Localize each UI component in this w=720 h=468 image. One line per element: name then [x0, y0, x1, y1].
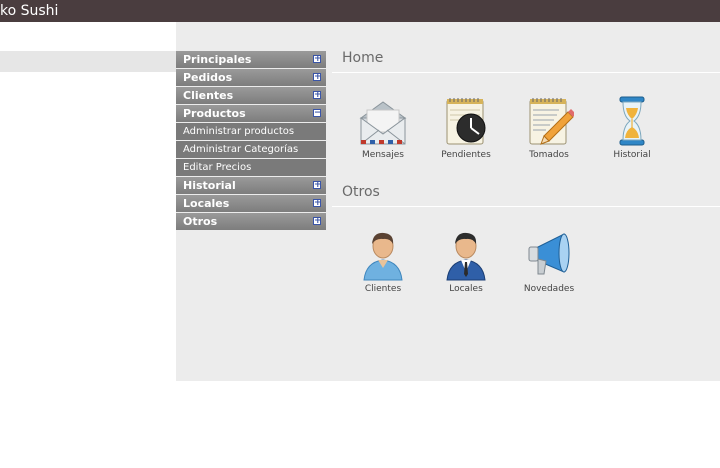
- menu-pedidos-label: Pedidos: [183, 71, 233, 84]
- tile-pendientes[interactable]: Pendientes: [431, 94, 501, 160]
- tile-label: Clientes: [364, 284, 402, 294]
- menu-item-administrar-categorias[interactable]: Administrar Categorías: [176, 141, 326, 158]
- menu-productos-label: Productos: [183, 107, 246, 120]
- menu-clientes[interactable]: Clientes +: [176, 87, 326, 104]
- tile-clientes[interactable]: Clientes: [348, 228, 418, 294]
- menu-otros-label: Otros: [183, 215, 218, 228]
- tile-locales[interactable]: Locales: [431, 228, 501, 294]
- menu-productos[interactable]: Productos −: [176, 105, 326, 122]
- business-person-icon: [441, 228, 491, 282]
- menu-locales[interactable]: Locales +: [176, 195, 326, 212]
- menu-item-administrar-productos[interactable]: Administrar productos: [176, 123, 326, 140]
- tile-label: Pendientes: [441, 150, 491, 160]
- expand-icon[interactable]: +: [313, 73, 322, 82]
- person-icon: [358, 228, 408, 282]
- tile-historial[interactable]: Historial: [597, 94, 667, 160]
- collapse-icon[interactable]: −: [313, 109, 322, 118]
- hourglass-icon: [607, 94, 657, 148]
- tile-label: Historial: [613, 150, 651, 160]
- tile-tomados[interactable]: Tomados: [514, 94, 584, 160]
- menu-principales-label: Principales: [183, 53, 252, 66]
- sidebar-menu: Principales + Pedidos + Clientes + Produ…: [176, 51, 326, 231]
- expand-icon[interactable]: +: [313, 181, 322, 190]
- expand-icon[interactable]: +: [313, 217, 322, 226]
- megaphone-icon: [524, 228, 574, 282]
- tile-novedades[interactable]: Novedades: [514, 228, 584, 294]
- menu-historial[interactable]: Historial +: [176, 177, 326, 194]
- expand-icon[interactable]: +: [313, 199, 322, 208]
- menu-principales[interactable]: Principales +: [176, 51, 326, 68]
- clock-notepad-icon: [441, 94, 491, 148]
- tile-label: Mensajes: [362, 150, 404, 160]
- tile-mensajes[interactable]: Mensajes: [348, 94, 418, 160]
- section-divider: [332, 72, 720, 73]
- top-bar: ko Sushi: [0, 0, 720, 22]
- expand-icon[interactable]: +: [313, 55, 322, 64]
- menu-item-editar-precios[interactable]: Editar Precios: [176, 159, 326, 176]
- section-title-home: Home: [342, 50, 384, 66]
- menu-otros[interactable]: Otros +: [176, 213, 326, 230]
- expand-icon[interactable]: +: [313, 91, 322, 100]
- envelope-icon: [358, 94, 408, 148]
- app-title: ko Sushi: [0, 3, 59, 19]
- tile-label: Novedades: [523, 284, 575, 294]
- section-title-otros: Otros: [342, 184, 380, 200]
- menu-locales-label: Locales: [183, 197, 230, 210]
- menu-historial-label: Historial: [183, 179, 236, 192]
- notepad-pencil-icon: [524, 94, 576, 148]
- tile-label: Tomados: [529, 150, 569, 160]
- section-divider: [332, 206, 720, 207]
- menu-clientes-label: Clientes: [183, 89, 234, 102]
- tile-label: Locales: [449, 284, 483, 294]
- menu-pedidos[interactable]: Pedidos +: [176, 69, 326, 86]
- left-strip: [0, 51, 176, 72]
